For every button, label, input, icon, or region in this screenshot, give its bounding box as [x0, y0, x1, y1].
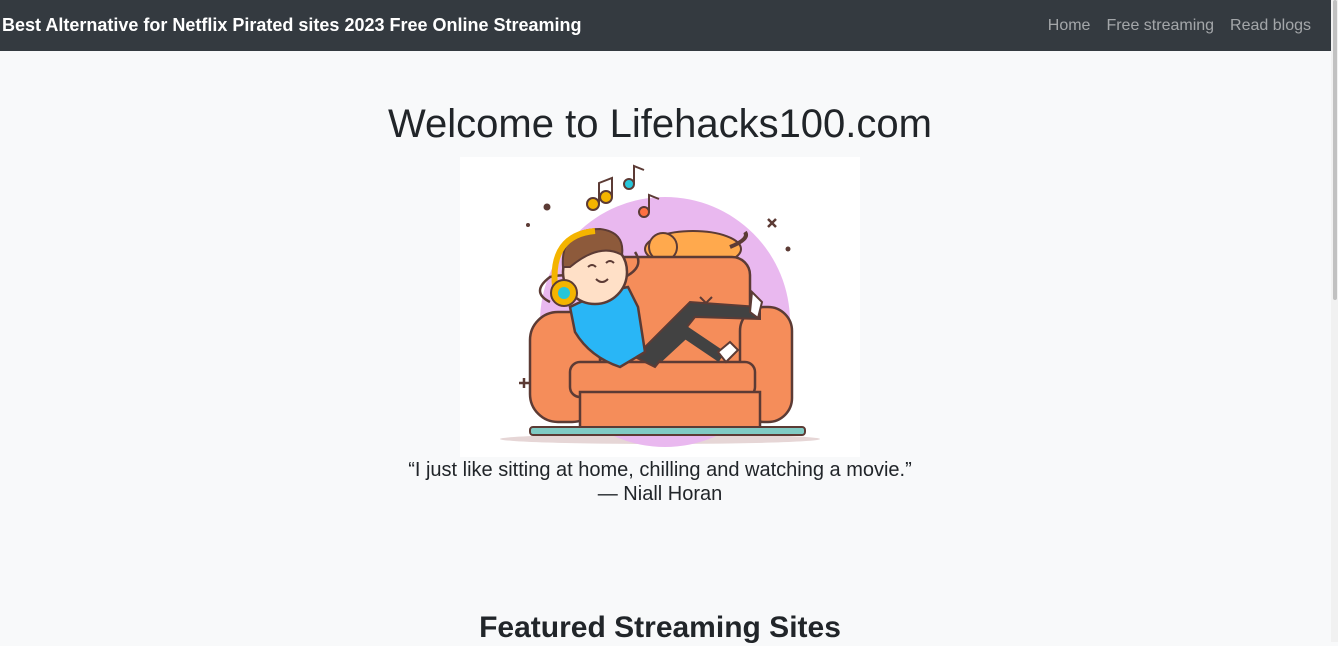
quote-text: “I just like sitting at home, chilling a…	[408, 459, 912, 481]
navbar: Best Alternative for Netflix Pirated sit…	[0, 0, 1331, 51]
boy-on-armchair-illustration	[500, 164, 820, 447]
nav-link-read-blogs[interactable]: Read blogs	[1230, 17, 1311, 35]
page-title: Welcome to Lifehacks100.com	[388, 102, 932, 146]
scrollbar-thumb[interactable]	[1333, 0, 1337, 300]
nav-link-home[interactable]: Home	[1048, 17, 1091, 35]
featured-section-title: Featured Streaming Sites	[479, 611, 841, 644]
page-scrollbar[interactable]	[1331, 0, 1338, 642]
nav-links: Home Free streaming Read blogs	[1048, 17, 1311, 35]
quote-author: — Niall Horan	[597, 483, 723, 505]
navbar-brand[interactable]: Best Alternative for Netflix Pirated sit…	[2, 15, 582, 36]
nav-link-free-streaming[interactable]: Free streaming	[1106, 17, 1214, 35]
quote: “I just like sitting at home, chilling a…	[0, 458, 1320, 506]
hero-illustration	[460, 157, 860, 457]
